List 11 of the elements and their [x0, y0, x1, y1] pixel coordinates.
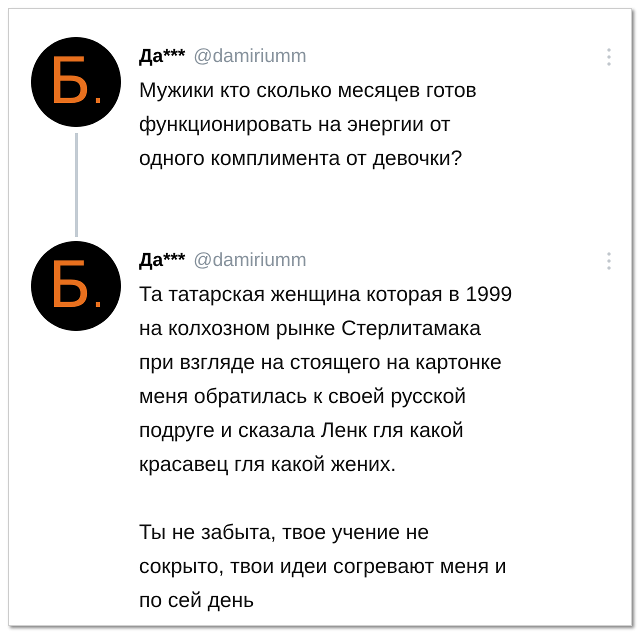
tweet-text: Та татарская женщина которая в 1999 на колхозном рынке Стерлитамака при взгляде на стоящего на картонке меня обратилась к своей русской подруге и сказала Ленк гля какой красавец гля какой жених. — [139, 282, 514, 478]
more-icon[interactable] — [607, 48, 611, 66]
author-name: Да*** — [139, 249, 186, 273]
author-name: Да*** — [139, 45, 186, 69]
author-handle: @damiriumm — [193, 249, 307, 273]
tweet-text: Мужики кто сколько месяцев готов функционировать на энергии от одного комплимента от девочки? — [139, 78, 478, 172]
more-icon[interactable] — [607, 252, 611, 270]
author-handle: @damiriumm — [193, 45, 307, 69]
avatar: Б. — [31, 37, 121, 127]
tweet-text: Ты не забыта, твое учение не сокрыто, твои идеи согревают меня и по сей день — [139, 520, 508, 614]
avatar: Б. — [31, 241, 121, 331]
